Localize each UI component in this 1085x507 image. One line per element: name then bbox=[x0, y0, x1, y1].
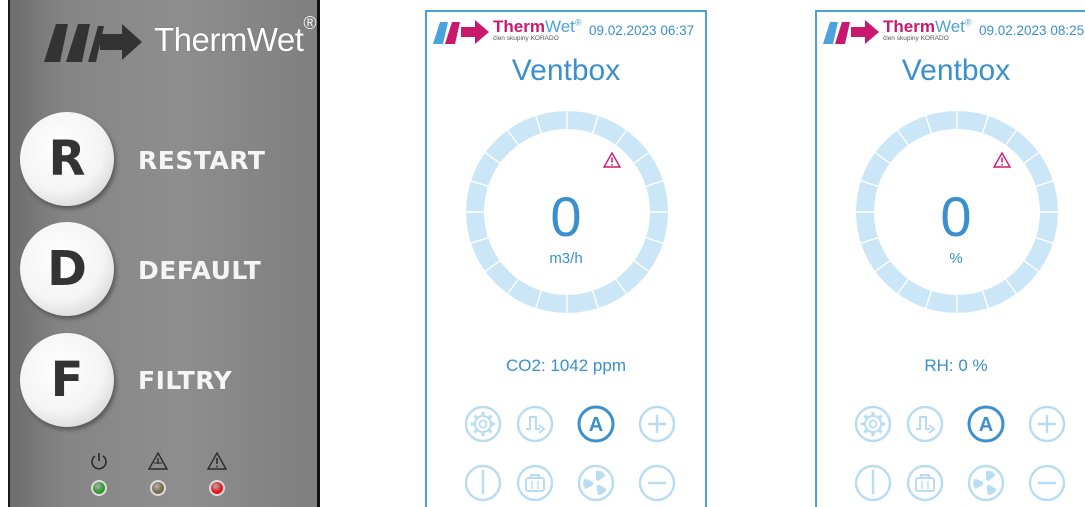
power-icon bbox=[91, 453, 107, 470]
filter-button[interactable]: F bbox=[20, 333, 114, 427]
power-icon[interactable] bbox=[854, 464, 892, 502]
datetime: 09.02.2023 08:25 bbox=[979, 23, 1085, 38]
alarm-led bbox=[209, 480, 225, 496]
settings-icon[interactable] bbox=[854, 405, 892, 443]
ventbox-screen-flow: ThermWet® člen skupiny KORADO 09.02.2023… bbox=[425, 10, 707, 507]
screen-brand: ThermWet® bbox=[883, 17, 972, 36]
restart-button-letter: R bbox=[48, 131, 86, 187]
svg-text:A: A bbox=[589, 414, 603, 436]
panel-brand: ThermWet® bbox=[38, 13, 317, 64]
brand-subtitle: člen skupiny KORADO bbox=[493, 35, 559, 42]
schedule-icon[interactable] bbox=[906, 405, 944, 443]
warning-icon[interactable] bbox=[603, 152, 621, 168]
default-button[interactable]: D bbox=[20, 222, 114, 316]
warning-icon bbox=[207, 451, 227, 470]
schedule-icon[interactable] bbox=[516, 405, 554, 443]
gauge-value: 0 bbox=[940, 185, 972, 248]
svg-text:A: A bbox=[979, 414, 993, 436]
gauge-unit: % bbox=[949, 250, 963, 267]
gauge-value: 0 bbox=[550, 185, 582, 248]
plus-icon[interactable] bbox=[1028, 405, 1066, 443]
sensor-reading: CO2: 1042 ppm bbox=[505, 356, 626, 375]
warning-filter-icon bbox=[148, 451, 168, 470]
thermwet-logo-icon bbox=[44, 24, 142, 62]
page-title: Ventbox bbox=[901, 54, 1011, 87]
fan-icon[interactable] bbox=[577, 464, 615, 502]
thermwet-logo-icon bbox=[433, 20, 489, 44]
screen-header: ThermWet® člen skupiny KORADO 09.02.2023… bbox=[427, 12, 705, 50]
power-icon[interactable] bbox=[464, 464, 502, 502]
power-led bbox=[91, 480, 107, 496]
holiday-icon[interactable] bbox=[906, 464, 944, 502]
holiday-icon[interactable] bbox=[516, 464, 554, 502]
screen-brand: ThermWet® bbox=[493, 17, 582, 36]
restart-label: RESTART bbox=[138, 146, 266, 175]
settings-icon[interactable] bbox=[464, 405, 502, 443]
ventbox-screen-humidity: ThermWet® člen skupiny KORADO 09.02.2023… bbox=[815, 10, 1085, 507]
minus-icon[interactable] bbox=[1028, 464, 1066, 502]
control-panel: ThermWet® R RESTART D DEFAULT F FILTRY bbox=[8, 0, 320, 507]
fan-icon[interactable] bbox=[967, 464, 1005, 502]
default-label: DEFAULT bbox=[138, 256, 262, 285]
gauge-unit: m3/h bbox=[549, 250, 583, 267]
page-title: Ventbox bbox=[511, 54, 621, 87]
thermwet-logo-icon bbox=[823, 20, 879, 44]
filter-led bbox=[150, 480, 166, 496]
plus-icon[interactable] bbox=[638, 405, 676, 443]
screen-header: ThermWet® člen skupiny KORADO 09.02.2023… bbox=[817, 12, 1085, 50]
datetime: 09.02.2023 06:37 bbox=[589, 23, 695, 38]
warning-icon[interactable] bbox=[993, 152, 1011, 168]
default-button-letter: D bbox=[47, 241, 87, 297]
brand-subtitle: člen skupiny KORADO bbox=[883, 35, 949, 42]
minus-icon[interactable] bbox=[638, 464, 676, 502]
sensor-reading: RH: 0 % bbox=[924, 356, 988, 375]
auto-mode-icon[interactable]: A bbox=[577, 405, 615, 443]
panel-brand-name: ThermWet® bbox=[154, 13, 317, 58]
auto-mode-icon[interactable]: A bbox=[967, 405, 1005, 443]
filter-label: FILTRY bbox=[138, 366, 233, 395]
restart-button[interactable]: R bbox=[20, 112, 114, 206]
filter-button-letter: F bbox=[50, 352, 84, 408]
